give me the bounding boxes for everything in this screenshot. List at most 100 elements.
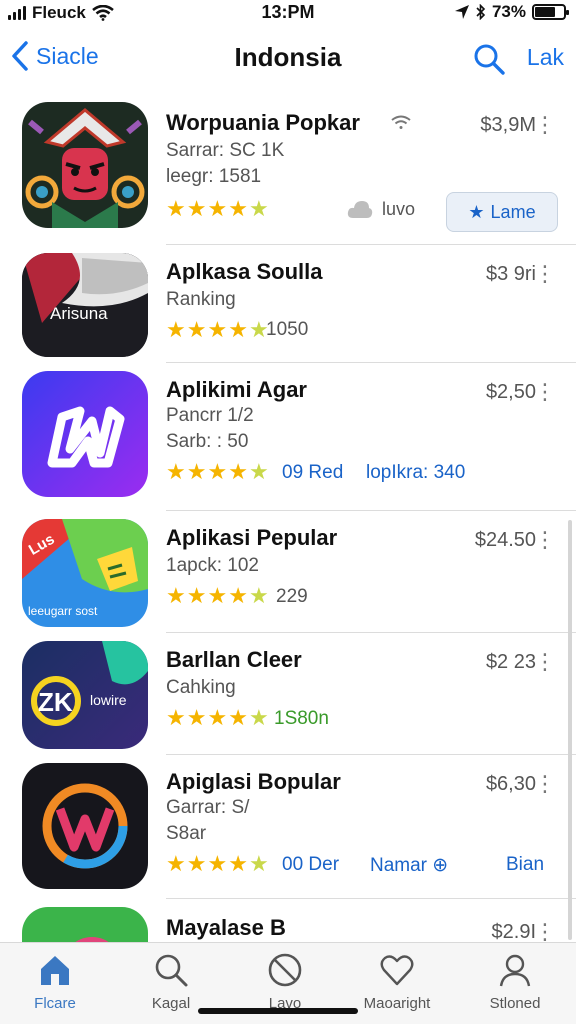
star-icon: ★ [248, 196, 269, 221]
app-icon [22, 907, 148, 942]
star-icon: ★ [228, 583, 248, 608]
app-icon [22, 102, 148, 228]
tab-label: Flcare [34, 995, 76, 1012]
star-icon: ★ [186, 459, 207, 484]
star-icon: ★ [207, 317, 228, 342]
star-rating: ★ ★ ★ ★ ★ [166, 317, 269, 343]
list-item[interactable]: Arisuna Aplkasa Soulla $3 9ri ⋮ Ranking … [0, 245, 576, 363]
app-subtitle: Sarb: : 50 [166, 431, 249, 452]
star-rating: ★ ★ ★ ★ ★ [166, 583, 269, 609]
app-price: $2.9I [491, 921, 536, 942]
app-subtitle: leegr: 1581 [166, 166, 262, 187]
star-icon: ★ [228, 317, 248, 342]
home-icon [41, 956, 69, 985]
app-name: Aplikasi Pepular [166, 525, 338, 550]
stat-link[interactable]: 09 Red [282, 462, 343, 484]
list-item[interactable]: Mayalase B $2.9I ⋮ [0, 899, 576, 942]
app-subtitle: Cahking [166, 677, 236, 698]
star-icon: ★ [228, 459, 248, 484]
stat-link[interactable]: Bian [506, 854, 544, 876]
tab-home[interactable]: Flcare [0, 951, 110, 1012]
star-icon: ★ [248, 705, 269, 730]
star-icon: ★ [186, 196, 207, 221]
cloud-download-button[interactable]: luvo [346, 198, 415, 220]
app-subtitle: 1apck: 102 [166, 555, 259, 576]
star-icon: ★ [248, 459, 269, 484]
app-icon: Lus leeugarr sost [22, 519, 148, 627]
star-icon: ★ [186, 851, 207, 876]
star-icon: ★ [207, 459, 228, 484]
app-price: $24.50 [474, 529, 536, 551]
tab-favorites[interactable]: Maoaright [342, 951, 452, 1012]
scrollbar[interactable] [568, 520, 572, 940]
more-icon[interactable]: ⋮ [534, 261, 556, 287]
list-item[interactable]: Lus leeugarr sost Aplikasi Pepular $24.5… [0, 511, 576, 633]
app-price: $2,50 [485, 381, 536, 403]
star-icon: ★ [248, 851, 269, 876]
more-icon[interactable]: ⋮ [534, 527, 556, 553]
app-subtitle: Garrar: S/ [166, 797, 250, 818]
tab-block[interactable]: Lavo [230, 951, 340, 1012]
get-button[interactable]: ★ Lame [446, 192, 558, 232]
app-price: $3 9ri [485, 263, 536, 285]
list-item[interactable]: Worpuania Popkar $3,9M ⋮ Sarrar: SC 1K l… [0, 94, 576, 245]
review-count: 229 [276, 586, 308, 607]
stat-link[interactable]: lopIkra: 340 [366, 462, 465, 484]
app-list: Worpuania Popkar $3,9M ⋮ Sarrar: SC 1K l… [0, 94, 576, 942]
info-icon: ⊕ [432, 855, 449, 876]
star-icon: ★ [228, 851, 248, 876]
app-name: Aplkasa Soulla [166, 259, 323, 284]
more-icon[interactable]: ⋮ [534, 649, 556, 675]
app-icon: Arisuna [22, 253, 148, 357]
star-rating: ★ ★ ★ ★ ★ [166, 196, 269, 222]
stat-link[interactable]: Namar ⊕ [370, 854, 448, 877]
tab-label: Stloned [489, 995, 541, 1012]
app-subtitle: Ranking [166, 289, 236, 310]
star-icon: ★ [166, 459, 186, 484]
star-icon: ★ [186, 317, 207, 342]
stat-link[interactable]: 00 Der [282, 854, 339, 876]
wifi-icon [391, 115, 411, 129]
app-price: $3,9M [480, 114, 536, 136]
tab-profile[interactable]: Stloned [460, 951, 570, 1012]
list-item[interactable]: Aplikimi Agar $2,50 ⋮ Pancrr 1/2 Sarb: :… [0, 363, 576, 511]
more-icon[interactable]: ⋮ [534, 112, 556, 138]
more-icon[interactable]: ⋮ [534, 919, 556, 942]
heart-icon [380, 955, 414, 986]
star-rating: ★ ★ ★ ★ ★ [166, 705, 269, 731]
cloud-label: luvo [382, 198, 416, 219]
star-icon: ★ [468, 201, 485, 222]
star-icon: ★ [166, 317, 186, 342]
star-rating: ★ ★ ★ ★ ★ [166, 459, 269, 485]
review-count: 1050 [266, 319, 309, 340]
cloud-icon [347, 201, 373, 218]
app-price: $2 23 [485, 651, 536, 673]
edit-button[interactable]: Lak [527, 44, 564, 71]
app-subtitle: Sarrar: SC 1K [166, 140, 285, 161]
app-icon [22, 371, 148, 497]
tab-label: Maoaright [363, 995, 431, 1012]
tab-search[interactable]: Kagal [116, 951, 226, 1012]
icon-word: leeugarr sost [28, 604, 98, 618]
person-icon [499, 954, 531, 987]
search-icon[interactable] [472, 42, 506, 76]
star-icon: ★ [166, 851, 186, 876]
star-icon: ★ [248, 583, 269, 608]
list-item[interactable]: Apiglasi Bopular $6,30 ⋮ Garrar: S/ S8ar… [0, 755, 576, 899]
status-bar: Fleuck 13:PM 73% [0, 0, 576, 26]
app-name: Worpuania Popkar [166, 110, 360, 135]
icon-word: Arisuna [50, 304, 108, 323]
star-icon: ★ [207, 851, 228, 876]
navigation-bar: Siacle Indonsia Lak [0, 30, 576, 90]
star-icon: ★ [207, 705, 228, 730]
list-item[interactable]: ZK lowire Barllan Cleer $2 23 ⋮ Cahking … [0, 633, 576, 755]
more-icon[interactable]: ⋮ [534, 379, 556, 405]
star-icon: ★ [207, 583, 228, 608]
search-icon [155, 954, 188, 987]
app-icon: ZK lowire [22, 641, 148, 749]
star-rating: ★ ★ ★ ★ ★ [166, 851, 269, 877]
star-icon: ★ [166, 196, 186, 221]
more-icon[interactable]: ⋮ [534, 771, 556, 797]
home-indicator [198, 1008, 358, 1014]
star-icon: ★ [186, 583, 207, 608]
